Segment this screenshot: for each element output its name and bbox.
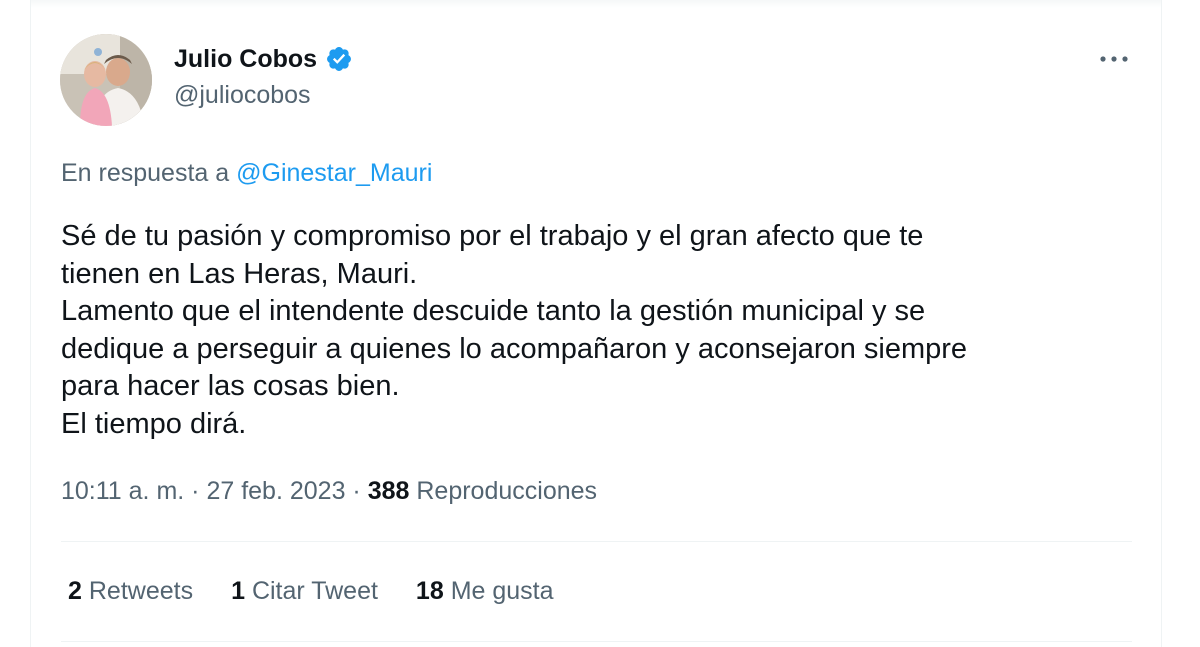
- quote-tweets-label: Citar Tweet: [251, 577, 378, 605]
- tweet-time[interactable]: 10:11 a. m.: [61, 477, 184, 505]
- divider: [61, 541, 1132, 542]
- avatar[interactable]: [60, 34, 152, 126]
- tweet-text: Sé de tu pasión y compromiso por el trab…: [61, 218, 1141, 443]
- quote-tweets-stat[interactable]: 1 Citar Tweet: [231, 577, 378, 606]
- tweet-text-line: dedique a perseguir a quienes lo acompañ…: [61, 332, 968, 365]
- reply-context: En respuesta a @Ginestar_Mauri: [61, 159, 432, 188]
- more-options-icon[interactable]: [1094, 44, 1134, 74]
- likes-count: 18: [415, 577, 444, 605]
- tweet-meta: 10:11 a. m. · 27 feb. 2023 · 388 Reprodu…: [61, 477, 597, 506]
- tweet-text-line: Lamento que el intendente descuide tanto…: [61, 295, 926, 327]
- reply-prefix: En respuesta a: [61, 159, 237, 187]
- tweet-text-line: Sé de tu pasión y compromiso por el trab…: [61, 220, 924, 252]
- tweet-date[interactable]: 27 feb. 2023: [206, 477, 345, 505]
- verified-badge-icon: [325, 45, 353, 73]
- tweet-text-line: para hacer las cosas bien.: [61, 370, 400, 402]
- likes-stat[interactable]: 18 Me gusta: [416, 577, 554, 606]
- author-name[interactable]: Julio Cobos: [174, 45, 317, 74]
- tweet-text-line: El tiempo dirá.: [61, 407, 247, 440]
- retweets-count: 2: [68, 577, 82, 605]
- author-handle[interactable]: @juliocobos: [174, 81, 311, 110]
- engagement-stats: 2 Retweets 1 Citar Tweet 18 Me gusta: [68, 577, 592, 606]
- top-fade: [31, 0, 1161, 8]
- views-count: 388: [367, 477, 410, 505]
- tweet-text-line: tienen en Las Heras, Mauri.: [61, 257, 418, 290]
- reply-to-link[interactable]: @Ginestar_Mauri: [236, 159, 432, 187]
- likes-label: Me gusta: [450, 577, 554, 605]
- meta-separator: ·: [191, 477, 200, 505]
- author-name-row: Julio Cobos: [174, 42, 353, 76]
- quote-tweets-count: 1: [231, 577, 245, 605]
- retweets-stat[interactable]: 2 Retweets: [68, 577, 193, 606]
- meta-separator: ·: [352, 477, 361, 505]
- divider: [61, 641, 1132, 642]
- views-label: Reproducciones: [416, 477, 598, 505]
- retweets-label: Retweets: [88, 577, 194, 605]
